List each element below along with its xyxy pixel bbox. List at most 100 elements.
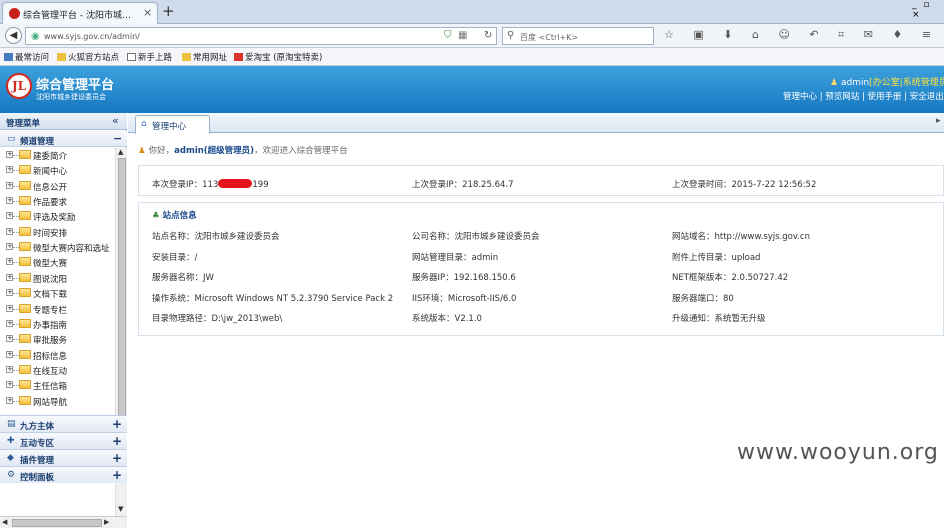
scroll-right-icon[interactable]: ▶: [104, 518, 109, 526]
tab-management-center[interactable]: ⌂ 管理中心: [135, 115, 210, 134]
group-plugins[interactable]: ◆ 插件管理 +: [0, 449, 127, 466]
expand-icon[interactable]: +: [6, 273, 13, 281]
sidebar-item[interactable]: + 主任信箱: [0, 378, 115, 393]
expand-icon[interactable]: +: [6, 396, 13, 404]
sidebar-item-label: 办事指南: [33, 320, 68, 331]
expand-icon[interactable]: +: [6, 166, 13, 174]
folder-icon: [19, 196, 31, 206]
sidebar-item-label: 作品要求: [33, 198, 68, 209]
tab-close-icon[interactable]: ×: [143, 6, 152, 19]
bookmark-item[interactable]: 火狐官方站点: [57, 51, 119, 63]
bookmark-item[interactable]: 爱淘宝 (原淘宝特卖): [234, 51, 322, 63]
expand-icon[interactable]: +: [6, 335, 13, 343]
window-controls[interactable]: _ ▫ ×: [912, 0, 944, 20]
address-text[interactable]: www.syjs.gov.cn/admin/: [44, 32, 140, 41]
site-info-cell: 服务器端口：80: [672, 293, 734, 304]
app-title: 综合管理平台: [36, 78, 115, 93]
expand-icon[interactable]: +: [6, 181, 13, 189]
scroll-up-icon[interactable]: ▲: [118, 148, 123, 156]
ip-prefix: 113: [202, 180, 219, 190]
address-bar[interactable]: ◉ www.syjs.gov.cn/admin/ ⛉ ▦ ↻: [25, 27, 497, 45]
sidebar-title: 管理菜单: [6, 119, 41, 129]
tab-scroll-icon[interactable]: ▸: [936, 116, 941, 126]
bookmark-item[interactable]: 新手上路: [127, 51, 172, 63]
sidebar-item[interactable]: + 信息公开: [0, 179, 115, 194]
group-channel-management[interactable]: ▭ 频道管理 −: [0, 131, 127, 147]
ip-suffix: 199: [252, 180, 269, 190]
bookmark-item[interactable]: 最常访问: [4, 51, 49, 63]
site-info-cell: 公司名称：沈阳市城乡建设委员会: [412, 232, 540, 242]
tree-horizontal-scrollbar[interactable]: ◀ ▶: [0, 516, 127, 528]
home-icon: ⌂: [141, 119, 147, 129]
collapse-group-icon[interactable]: −: [113, 132, 122, 145]
group-interaction[interactable]: ✚ 互动专区 +: [0, 432, 127, 449]
expand-group-icon[interactable]: +: [112, 434, 122, 448]
back-button[interactable]: ◀: [5, 27, 22, 44]
scroll-down-icon[interactable]: ▼: [118, 505, 123, 513]
user-icon: ♟: [830, 78, 839, 88]
expand-icon[interactable]: +: [6, 227, 13, 235]
sidebar-item[interactable]: + 时间安排: [0, 225, 115, 240]
sidebar-item[interactable]: + 微型大赛内容和选址: [0, 240, 115, 255]
qr-icon[interactable]: ▦: [458, 30, 467, 41]
sidebar-item-label: 在线互动: [33, 366, 68, 377]
expand-icon[interactable]: +: [6, 151, 13, 158]
new-tab-button[interactable]: +: [162, 3, 175, 19]
collapse-sidebar-button[interactable]: «: [112, 114, 119, 127]
sidebar-item[interactable]: + 建委简介: [0, 148, 115, 163]
main-content: ⌂ 管理中心 ▸ ♟ 你好，admin(超级管理员)，欢迎进入综合管理平台 本次登…: [128, 113, 944, 482]
group-jiufang[interactable]: ▤ 九方主体 +: [0, 415, 127, 432]
scroll-thumb[interactable]: [118, 158, 126, 458]
expand-icon[interactable]: +: [6, 289, 13, 297]
expand-icon[interactable]: +: [6, 243, 13, 251]
sidebar-item[interactable]: + 专题专栏: [0, 302, 115, 317]
shield-icon[interactable]: ⛉: [444, 30, 452, 41]
expand-icon[interactable]: +: [6, 197, 13, 205]
sidebar-item[interactable]: + 网站导航: [0, 394, 115, 409]
expand-icon[interactable]: +: [6, 304, 13, 312]
search-box[interactable]: ⚲ 百度 <Ctrl+K>: [502, 27, 654, 45]
reload-icon[interactable]: ↻: [484, 30, 492, 41]
expand-group-icon[interactable]: +: [112, 417, 122, 431]
plugin-icon: ◆: [7, 453, 14, 463]
expand-icon[interactable]: +: [6, 381, 13, 389]
expand-icon[interactable]: +: [6, 258, 13, 266]
bookmark-item[interactable]: 常用网址: [182, 51, 227, 63]
sidebar-item[interactable]: + 审批服务: [0, 332, 115, 347]
expand-group-icon[interactable]: +: [112, 468, 122, 482]
toolbar-icons[interactable]: ☆ ▣ ⬇ ⌂ ☺ ↶ ⌗ ✉ ♦ ≡: [664, 28, 939, 42]
group-control-panel[interactable]: ⚙ 控制面板 +: [0, 466, 127, 483]
sidebar-item[interactable]: + 在线互动: [0, 363, 115, 378]
site-info-cell: 操作系统：Microsoft Windows NT 5.2.3790 Servi…: [152, 293, 394, 304]
scroll-thumb[interactable]: [12, 519, 102, 527]
sidebar-item[interactable]: + 招标信息: [0, 348, 115, 363]
sidebar-item[interactable]: + 文档下载: [0, 286, 115, 301]
folder-icon: [19, 272, 31, 282]
expand-icon[interactable]: +: [6, 319, 13, 327]
user-role: [办公室|系统管理员]: [869, 78, 944, 88]
expand-icon[interactable]: +: [6, 212, 13, 220]
group-label: 九方主体: [20, 422, 55, 432]
sidebar-item[interactable]: + 办事指南: [0, 317, 115, 332]
browser-tab[interactable]: 综合管理平台 - 沈阳市城… ×: [2, 2, 158, 24]
group-label: 互动专区: [20, 439, 55, 449]
sidebar-item[interactable]: + 评选及奖励: [0, 209, 115, 224]
folder-icon: [19, 364, 31, 374]
sidebar-item[interactable]: + 作品要求: [0, 194, 115, 209]
search-icon: ⚲: [507, 30, 515, 41]
folder-icon: [19, 303, 31, 313]
expand-icon[interactable]: +: [6, 365, 13, 373]
sidebar-item-label: 微型大赛: [33, 259, 68, 270]
sidebar-item[interactable]: + 微型大赛: [0, 255, 115, 270]
expand-icon[interactable]: +: [6, 350, 13, 358]
scroll-left-icon[interactable]: ◀: [2, 518, 7, 526]
sidebar-item[interactable]: + 新闻中心: [0, 163, 115, 178]
sidebar-item[interactable]: + 图说沈阳: [0, 271, 115, 286]
site-info-cell: 网站管理目录：admin: [412, 252, 499, 263]
group-icon: ▤: [7, 419, 16, 429]
header-links[interactable]: 管理中心 | 预览网站 | 使用手册 | 安全退出: [783, 90, 944, 102]
expand-group-icon[interactable]: +: [112, 451, 122, 465]
site-info-cell: 服务器IP：192.168.150.6: [412, 273, 516, 283]
logo: JL: [6, 73, 32, 99]
sidebar-item-label: 信息公开: [33, 182, 68, 193]
